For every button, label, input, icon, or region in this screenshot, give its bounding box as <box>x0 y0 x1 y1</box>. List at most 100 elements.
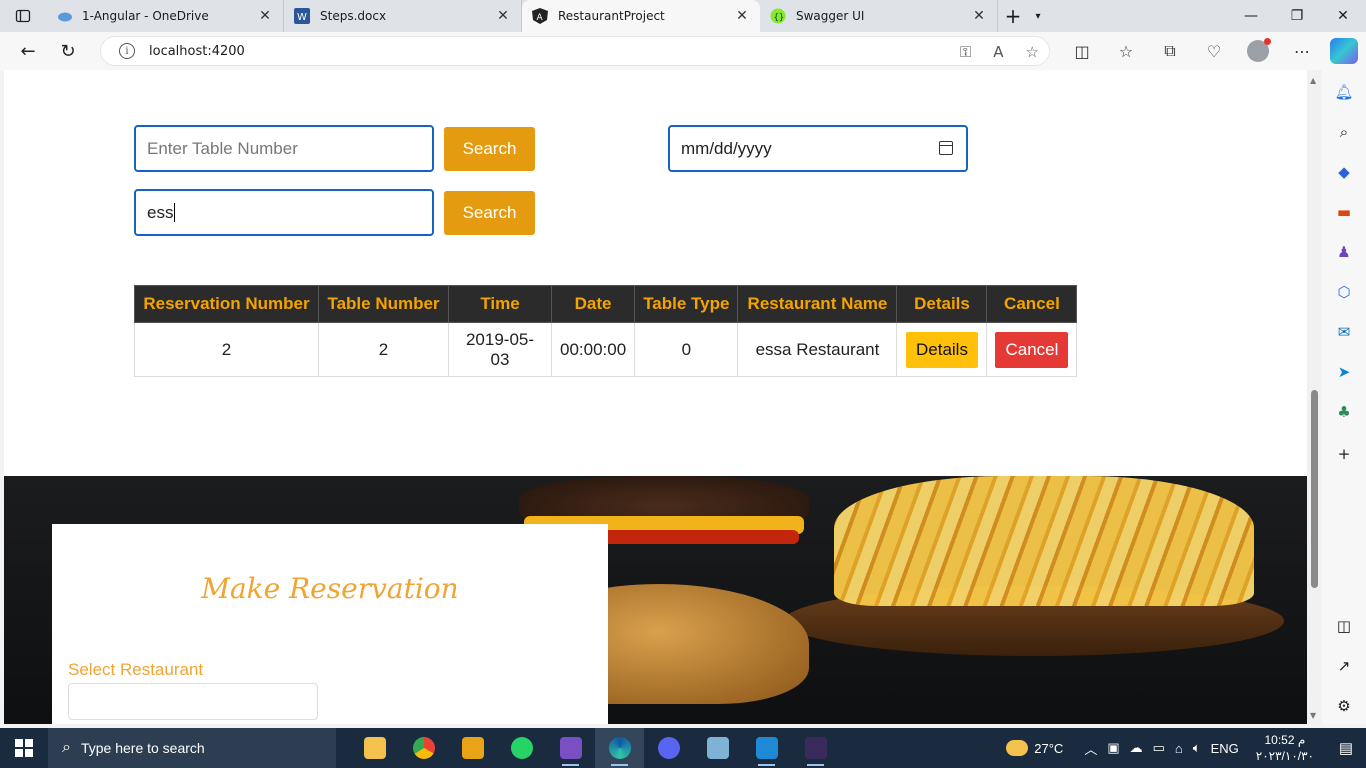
close-tab-icon[interactable]: ✕ <box>971 8 987 24</box>
minimize-icon[interactable]: — <box>1228 0 1274 32</box>
details-button[interactable]: Details <box>905 331 978 368</box>
cloud-off-icon[interactable]: ☁ <box>1130 740 1143 756</box>
read-aloud-icon[interactable]: A <box>993 43 1003 61</box>
scroll-up-icon[interactable]: ▲ <box>1310 76 1316 85</box>
taskbar-search-placeholder: Type here to search <box>80 740 205 756</box>
language-indicator[interactable]: ENG <box>1211 741 1239 756</box>
clock-time: 10:52 م <box>1264 733 1306 747</box>
outlook-icon[interactable]: ✉ <box>1334 322 1354 342</box>
header-restaurant-name: Restaurant Name <box>737 285 898 323</box>
collections-icon[interactable]: ⧉ <box>1148 41 1192 61</box>
site-info-icon[interactable]: i <box>119 43 135 59</box>
system-tray: 27°C ︿ ▣ ☁ ▭ ⌂ 🔈︎ ENG 10:52 م ٢٠٢٣/١٠/٣٠… <box>1006 728 1366 768</box>
edge-icon[interactable] <box>595 728 644 768</box>
whatsapp-icon[interactable] <box>497 728 546 768</box>
add-icon[interactable]: + <box>1334 444 1354 464</box>
browser-toolbar: ← ↻ i localhost:4200 ⚿ A ☆ ◫ ☆ ⧉ ♡ ⋯ <box>0 32 1366 70</box>
network-icon[interactable]: ⌂ <box>1175 741 1183 756</box>
terminal-icon[interactable] <box>791 728 840 768</box>
restore-icon[interactable]: ❐ <box>1274 0 1320 32</box>
split-screen-icon[interactable]: ◫ <box>1060 42 1104 61</box>
notepad-icon[interactable] <box>693 728 742 768</box>
restaurant-name-input[interactable]: ess <box>134 189 434 236</box>
calendar-icon[interactable] <box>939 141 953 155</box>
cancel-button[interactable]: Cancel <box>995 331 1069 368</box>
cell-table-number: 2 <box>318 322 449 377</box>
tree-icon[interactable]: ♣ <box>1334 402 1354 422</box>
text-caret <box>174 203 176 222</box>
camera-icon[interactable]: ▣ <box>1107 740 1119 756</box>
chrome-icon[interactable] <box>399 728 448 768</box>
swagger-icon: {} <box>770 8 786 24</box>
sidebar-panel-icon[interactable]: ◫ <box>1334 616 1354 636</box>
key-icon[interactable]: ⚿ <box>960 43 971 61</box>
reservation-card: Make Reservation Select Restaurant <box>52 524 608 724</box>
table-row: 2 2 2019-05-03 00:00:00 0 essa Restauran… <box>134 322 1078 377</box>
windows-start-icon[interactable] <box>0 728 48 768</box>
weather-widget[interactable]: 27°C <box>1006 740 1063 756</box>
chevron-up-icon[interactable]: ︿ <box>1084 739 1097 758</box>
visual-studio-icon[interactable] <box>546 728 595 768</box>
vscode-icon[interactable] <box>742 728 791 768</box>
tab-swagger[interactable]: {} Swagger UI ✕ <box>760 0 998 32</box>
back-icon[interactable]: ← <box>8 35 48 67</box>
discord-icon[interactable] <box>644 728 693 768</box>
shopping-tag-icon[interactable]: ◆ <box>1334 162 1354 182</box>
table-header-row: Reservation Number Table Number Time Dat… <box>134 285 1078 323</box>
search-icon[interactable]: ⌕ <box>1334 122 1354 142</box>
volume-icon[interactable]: 🔈︎ <box>1193 740 1201 756</box>
search-table-button[interactable]: Search <box>444 127 535 171</box>
table-number-input[interactable]: Enter Table Number <box>134 125 434 172</box>
refresh-icon[interactable]: ↻ <box>48 35 88 67</box>
select-restaurant-dropdown[interactable] <box>68 683 318 720</box>
header-reservation-number: Reservation Number <box>134 285 319 323</box>
scroll-down-icon[interactable]: ▼ <box>1310 711 1316 720</box>
date-placeholder: mm/dd/yyyy <box>681 138 772 158</box>
close-window-icon[interactable]: ✕ <box>1320 0 1366 32</box>
cell-time: 2019-05-03 <box>448 322 552 377</box>
chevron-down-icon[interactable]: ▾ <box>1028 0 1048 32</box>
close-tab-icon[interactable]: ✕ <box>734 8 750 24</box>
browser-tab-bar: 1-Angular - OneDrive ✕ W Steps.docx ✕ A … <box>0 0 1366 32</box>
battery-icon[interactable]: ▭ <box>1153 740 1165 756</box>
browser-essentials-icon[interactable]: ♡ <box>1192 42 1236 61</box>
tab-title: RestaurantProject <box>558 9 665 23</box>
settings-gear-icon[interactable]: ⚙ <box>1334 696 1354 716</box>
header-date: Date <box>550 285 636 323</box>
french-fries <box>834 476 1254 606</box>
tab-title: Swagger UI <box>796 9 865 23</box>
favorites-icon[interactable]: ☆ <box>1104 42 1148 61</box>
avatar[interactable] <box>1247 38 1271 62</box>
address-bar[interactable]: i localhost:4200 ⚿ A ☆ <box>100 36 1050 66</box>
games-icon[interactable]: ♟ <box>1334 242 1354 262</box>
more-menu-icon[interactable]: ⋯ <box>1280 42 1324 61</box>
tab-restaurant-project[interactable]: A RestaurantProject ✕ <box>522 0 760 32</box>
restaurant-name-value: ess <box>147 202 174 222</box>
search-name-button[interactable]: Search <box>444 191 535 235</box>
close-tab-icon[interactable]: ✕ <box>257 8 273 24</box>
scroll-thumb[interactable] <box>1311 390 1318 588</box>
onedrive-cloud-icon <box>56 8 72 24</box>
microsoft-365-icon[interactable]: ⬡ <box>1334 282 1354 302</box>
paint-tool-icon[interactable] <box>448 728 497 768</box>
send-icon[interactable]: ➤ <box>1334 362 1354 382</box>
svg-text:W: W <box>297 12 307 23</box>
tab-actions-icon[interactable] <box>0 0 46 32</box>
taskbar-search[interactable]: ⌕ Type here to search <box>48 728 336 768</box>
notification-icon[interactable]: ▤ <box>1326 739 1366 757</box>
close-tab-icon[interactable]: ✕ <box>495 8 511 24</box>
bell-icon[interactable]: 🔔︎ <box>1334 82 1354 102</box>
file-explorer-icon[interactable] <box>350 728 399 768</box>
new-tab-icon[interactable]: + <box>998 0 1028 32</box>
tab-steps-docx[interactable]: W Steps.docx ✕ <box>284 0 522 32</box>
open-external-icon[interactable]: ↗ <box>1334 656 1354 676</box>
page-scrollbar[interactable]: ▲ ▼ <box>1307 70 1322 724</box>
date-input[interactable]: mm/dd/yyyy <box>668 125 968 172</box>
favorite-star-icon[interactable]: ☆ <box>1026 43 1039 61</box>
tools-icon[interactable]: ▬ <box>1334 202 1354 222</box>
copilot-icon[interactable] <box>1330 38 1358 64</box>
clock[interactable]: 10:52 م ٢٠٢٣/١٠/٣٠ <box>1256 732 1314 764</box>
temperature: 27°C <box>1034 740 1064 756</box>
tab-onedrive[interactable]: 1-Angular - OneDrive ✕ <box>46 0 284 32</box>
cell-details: Details <box>896 322 988 377</box>
